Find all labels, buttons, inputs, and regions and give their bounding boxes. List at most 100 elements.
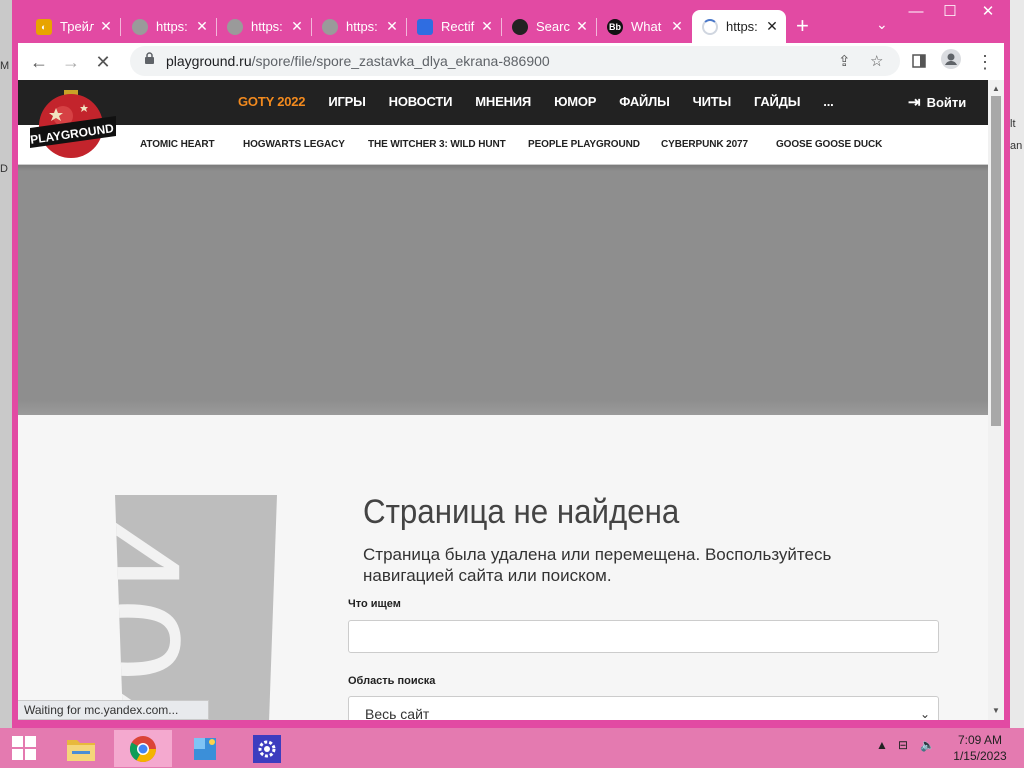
app-icon[interactable]	[176, 730, 234, 767]
back-button[interactable]: ←	[26, 49, 52, 75]
new-tab-button[interactable]: +	[796, 14, 809, 38]
tab-trailers[interactable]: ◐ Трейл ✕	[26, 10, 121, 43]
tab-label: Searc	[536, 19, 570, 34]
pacman-icon: ◐	[36, 18, 52, 35]
bookmark-star-icon[interactable]: ☆	[870, 52, 883, 70]
scroll-up-arrow-icon[interactable]: ▲	[992, 84, 1000, 93]
tab-active-https[interactable]: https: ✕	[692, 10, 786, 43]
tab-https-2[interactable]: https: ✕	[217, 10, 312, 43]
tab-close-icon[interactable]: ✕	[479, 18, 495, 35]
browser-window: ◐ Трейл ✕ https: ✕ https: ✕ https: ✕ Rec…	[12, 0, 1010, 728]
desktop-edge-letter: M	[0, 60, 10, 72]
stop-loading-button[interactable]: ✕	[90, 49, 116, 75]
search-input[interactable]	[348, 620, 939, 653]
tab-search-button[interactable]: ⌄	[876, 16, 888, 33]
system-clock[interactable]: 7:09 AM 1/15/2023	[944, 732, 1016, 764]
nav-item-news[interactable]: НОВОСТИ	[389, 94, 453, 109]
rectif-icon	[417, 18, 433, 35]
tab-what[interactable]: Bb What ✕	[597, 10, 691, 43]
search-label: Что ищем	[348, 598, 401, 610]
globe-icon	[227, 18, 243, 35]
scroll-down-arrow-icon[interactable]: ▼	[992, 706, 1000, 715]
subnav-item-atomic-heart[interactable]: ATOMIC HEART	[140, 139, 215, 150]
error-404-art: 404	[115, 495, 277, 720]
chevron-down-icon: ⌄	[919, 707, 930, 720]
windows-logo-icon	[12, 736, 36, 760]
site-top-nav: GOTY 2022 ИГРЫ НОВОСТИ МНЕНИЯ ЮМОР ФАЙЛЫ…	[18, 80, 988, 125]
nav-item-opinions[interactable]: МНЕНИЯ	[475, 94, 531, 109]
error-message: Страница была удалена или перемещена. Во…	[363, 544, 883, 586]
login-label: Войти	[926, 94, 967, 110]
chrome-icon[interactable]	[114, 730, 172, 767]
tab-close-icon[interactable]: ✕	[764, 18, 780, 35]
bb-icon: Bb	[607, 18, 623, 35]
hero-banner	[18, 165, 988, 415]
globe-icon	[322, 18, 338, 35]
nav-item-more[interactable]: ...	[823, 94, 833, 109]
page-title: Страница не найдена	[363, 493, 680, 531]
nav-item-files[interactable]: ФАЙЛЫ	[619, 94, 670, 109]
url-text: playground.ru/spore/file/spore_zastavka_…	[166, 53, 550, 69]
error-code-art: 404	[115, 515, 212, 720]
tab-label: Трейл	[60, 19, 94, 34]
address-bar[interactable]: playground.ru/spore/file/spore_zastavka_…	[130, 46, 900, 76]
tab-close-icon[interactable]: ✕	[289, 18, 305, 35]
show-hidden-icons-chevron-icon[interactable]: ▲	[876, 738, 888, 752]
clock-date: 1/15/2023	[953, 749, 1007, 763]
page-viewport: GOTY 2022 ИГРЫ НОВОСТИ МНЕНИЯ ЮМОР ФАЙЛЫ…	[18, 80, 1004, 720]
menu-kebab-icon[interactable]: ⋮	[972, 49, 998, 75]
github-icon	[512, 18, 528, 35]
scope-label: Область поиска	[348, 675, 436, 687]
subnav-item-people-playground[interactable]: PEOPLE PLAYGROUND	[528, 139, 640, 150]
forward-button[interactable]: →	[58, 49, 84, 75]
globe-icon	[132, 18, 148, 35]
profile-avatar-icon[interactable]	[938, 49, 964, 75]
subnav-item-goose-goose-duck[interactable]: GOOSE GOOSE DUCK	[776, 139, 882, 150]
tab-https-1[interactable]: https: ✕	[122, 10, 217, 43]
nav-item-cheats[interactable]: ЧИТЫ	[693, 94, 732, 109]
maximize-button[interactable]: ☐	[930, 0, 970, 26]
clock-time: 7:09 AM	[957, 733, 1003, 747]
browser-toolbar: ← → ✕ playground.ru/spore/file/spore_zas…	[18, 43, 1004, 80]
tab-close-icon[interactable]: ✕	[98, 18, 114, 35]
scrollbar-thumb[interactable]	[991, 96, 1001, 426]
playground-logo[interactable]: PLAYGROUND	[26, 90, 118, 162]
error-content: 404 Страница не найдена Страница была уд…	[18, 415, 988, 720]
side-panel-icon[interactable]	[906, 49, 932, 75]
tab-close-icon[interactable]: ✕	[669, 18, 685, 35]
nav-item-guides[interactable]: ГАЙДЫ	[754, 94, 800, 109]
error-message-line: Страница была удалена или перемещена. Во…	[363, 545, 832, 564]
tab-https-3[interactable]: https: ✕	[312, 10, 407, 43]
search-scope-select[interactable]: Весь сайт ⌄	[348, 696, 939, 720]
file-explorer-icon[interactable]	[52, 730, 110, 767]
main-nav: GOTY 2022 ИГРЫ НОВОСТИ МНЕНИЯ ЮМОР ФАЙЛЫ…	[238, 94, 857, 109]
loading-spinner	[702, 18, 718, 35]
tab-strip: ◐ Трейл ✕ https: ✕ https: ✕ https: ✕ Rec…	[12, 0, 1010, 43]
nav-item-goty[interactable]: GOTY 2022	[238, 94, 306, 109]
nav-item-humor[interactable]: ЮМОР	[554, 94, 596, 109]
close-window-button[interactable]: ✕	[968, 0, 1008, 26]
network-icon[interactable]: ⊟	[898, 738, 908, 752]
tab-rectif[interactable]: Rectif ✕	[407, 10, 502, 43]
tab-close-icon[interactable]: ✕	[194, 18, 210, 35]
tab-close-icon[interactable]: ✕	[574, 18, 590, 35]
subnav-item-hogwarts-legacy[interactable]: HOGWARTS LEGACY	[243, 139, 345, 150]
tab-label: What	[631, 19, 662, 34]
desktop-left-edge: M D	[0, 0, 12, 728]
tab-github-search[interactable]: Searc ✕	[502, 10, 597, 43]
volume-icon[interactable]: 🔈	[920, 738, 935, 752]
subnav-item-witcher-3[interactable]: THE WITCHER 3: WILD HUNT	[368, 139, 506, 150]
desktop-edge-letter: D	[0, 163, 8, 175]
share-icon[interactable]: ⇪	[838, 52, 851, 70]
status-bar: Waiting for mc.yandex.com...	[18, 700, 210, 720]
login-button[interactable]: ⇥ Войти	[908, 93, 966, 111]
url-domain: playground.ru	[166, 53, 252, 69]
subnav-item-cyberpunk-2077[interactable]: CYBERPUNK 2077	[661, 139, 748, 150]
tab-label: https:	[156, 19, 188, 34]
lock-icon[interactable]	[142, 52, 156, 70]
page-scrollbar[interactable]: ▲ ▼	[988, 80, 1004, 720]
settings-icon[interactable]	[238, 730, 296, 767]
start-button[interactable]	[0, 728, 48, 768]
tab-close-icon[interactable]: ✕	[384, 18, 400, 35]
nav-item-games[interactable]: ИГРЫ	[328, 94, 366, 109]
